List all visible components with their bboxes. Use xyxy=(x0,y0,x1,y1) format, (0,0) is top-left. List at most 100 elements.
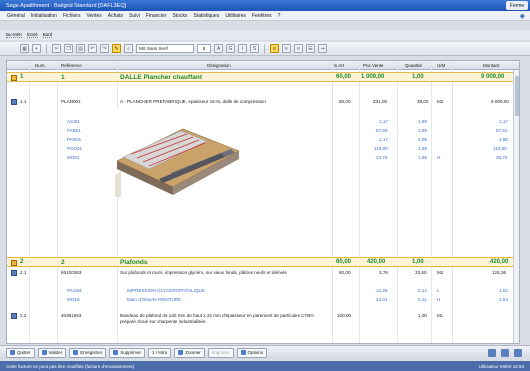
status-user-time: Utilisateur Métré 16:53 xyxy=(478,363,524,369)
close-window-button[interactable]: Ferme xyxy=(506,1,528,10)
options-button[interactable]: Options xyxy=(236,347,268,358)
row-qte: 0,14 xyxy=(418,288,427,293)
menu-stocks[interactable]: Stocks xyxy=(171,13,188,19)
button-label: Enregistrer xyxy=(80,350,103,355)
menu-utilitaires[interactable]: Utilitaires xyxy=(224,13,247,19)
col-ref[interactable]: Référence xyxy=(61,63,82,68)
vertical-scrollbar[interactable] xyxy=(513,70,519,343)
calculator-icon[interactable] xyxy=(488,348,496,357)
button-label: Options xyxy=(247,350,264,355)
row-ref: PLAN001 xyxy=(61,99,81,104)
row-unit: M2 xyxy=(437,270,444,275)
insert-icon[interactable]: + xyxy=(32,44,41,53)
table-row[interactable]: 2.1 66100363 Sur plafonds et murs, impre… xyxy=(7,268,515,282)
validate-button[interactable]: Valider xyxy=(37,347,67,358)
row-montant: 9 009,00 xyxy=(481,74,505,80)
redo-icon[interactable]: ↷ xyxy=(100,44,109,53)
menu-achats[interactable]: Achats xyxy=(107,13,124,19)
italic-icon[interactable]: I xyxy=(238,44,247,53)
menu-initialisation[interactable]: Initialisation xyxy=(30,13,58,19)
sage-logo: ◆ xyxy=(519,12,525,20)
quit-button[interactable]: Quitter xyxy=(6,347,35,358)
grid-icon[interactable]: ▦ xyxy=(20,44,29,53)
list-item[interactable]: ACI01 Acier ia 1,17 1,89 1,17 xyxy=(7,119,515,127)
list-item[interactable]: FAB01 Fab controle Beton gravill. dose 2… xyxy=(7,128,515,136)
align-left-icon[interactable]: ≡ xyxy=(270,44,279,53)
scrollbar-thumb[interactable] xyxy=(515,76,519,116)
row-qte: 1,00 xyxy=(412,259,424,265)
col-num[interactable]: Num. xyxy=(35,63,46,68)
row-designation: A - PLANCHER PREFABRIQUE, epaisseur 16+5… xyxy=(120,99,266,104)
list-icon[interactable]: ☰ xyxy=(306,44,315,53)
row-ref: ACI01 xyxy=(67,119,80,124)
list-item[interactable]: MO01 Main d'Oeuvre GROS-OEUVRE - MACONNE… xyxy=(7,155,515,163)
row-pv: 24,01 xyxy=(376,297,388,302)
toolbar-separator xyxy=(46,43,47,54)
undo-icon[interactable]: ↶ xyxy=(88,44,97,53)
row-qte: 33,60 xyxy=(415,270,427,275)
tab-entete[interactable]: Entré xyxy=(27,32,38,38)
table-row[interactable]: 1.1 PLAN001 A - PLANCHER PREFABRIQUE, ep… xyxy=(7,97,515,113)
row-num: 1.1 xyxy=(20,99,27,104)
paste-icon[interactable]: ▤ xyxy=(76,44,85,53)
list-item[interactable]: PAR01 Pinpeng plan 20x50 ep 12,5 1,17 4,… xyxy=(7,137,515,145)
table-row[interactable]: 1 1 DALLE Plancher chauffant 60,00 1 009… xyxy=(7,72,515,82)
menu-fichiers[interactable]: Fichiers xyxy=(62,13,82,19)
menu-fenetres[interactable]: Fenêtres xyxy=(251,13,273,19)
row-debut: 60,00 xyxy=(339,99,351,104)
menu-statistiques[interactable]: Statistiques xyxy=(192,13,220,19)
row-unit: H xyxy=(437,155,441,160)
col-pv[interactable]: Prix Vente xyxy=(363,63,384,68)
row-montant: 9 009,00 xyxy=(491,99,509,104)
row-unit: M2 xyxy=(437,99,444,104)
zoom-button[interactable]: Zoomer xyxy=(174,347,205,358)
row-pv: 1,17 xyxy=(379,119,388,124)
tab-bard[interactable]: Bard xyxy=(42,32,53,38)
menu-general[interactable]: Général xyxy=(6,13,26,19)
row-pv: 116,00 xyxy=(374,146,388,151)
cut-icon[interactable]: ✂ xyxy=(52,44,61,53)
col-debut[interactable]: S.Art xyxy=(334,63,344,68)
menu-suivi[interactable]: Suivi xyxy=(128,13,141,19)
col-qte[interactable]: Quantité xyxy=(405,63,422,68)
list-item[interactable]: MO16 Main d'Oeuvre PEINTURE 24,01 0,11 H… xyxy=(7,297,515,305)
underline-icon[interactable]: S xyxy=(250,44,259,53)
row-montant: 2,64 xyxy=(499,297,508,302)
text-color-icon[interactable]: A xyxy=(214,44,223,53)
row-qte: 1,89 xyxy=(418,155,427,160)
font-size-select[interactable]: 8 xyxy=(197,44,211,53)
save-icon xyxy=(73,350,79,355)
menu-help[interactable]: ? xyxy=(277,13,282,19)
row-ref: POU01 xyxy=(67,146,83,151)
row-debut: 60,00 xyxy=(336,74,352,80)
list-item[interactable]: PA1M4 IMPRESSION GLYCEROPHTALIQUE 12,26 … xyxy=(7,288,515,296)
row-ref: 1 xyxy=(61,74,65,81)
print-button[interactable]: Imprimer xyxy=(207,347,234,358)
col-unit[interactable]: U/M xyxy=(437,63,445,68)
save-button[interactable]: Enregistrer xyxy=(69,347,107,358)
table-row[interactable]: 2 2 Plafonds 60,00 420,00 1,00 420,00 xyxy=(7,257,515,267)
copy-icon[interactable]: ❐ xyxy=(64,44,73,53)
row-designation: Sur plafonds et murs, impression glycéro… xyxy=(120,270,287,275)
menu-ventes[interactable]: Ventes xyxy=(85,13,102,19)
indent-icon[interactable]: ⇥ xyxy=(318,44,327,53)
align-center-icon[interactable]: ≡ xyxy=(282,44,291,53)
align-right-icon[interactable]: ≡ xyxy=(294,44,303,53)
highlight-icon[interactable]: ✎ xyxy=(112,44,121,53)
chart-icon[interactable] xyxy=(501,348,509,357)
table-row[interactable]: 2.2 40361563 Bandeau de plafond de 140 m… xyxy=(7,311,515,337)
row-qte: 1,00 xyxy=(412,74,424,80)
list-item[interactable]: POU01 POUTRELLE BETON 116,00 1,89 116,60 xyxy=(7,146,515,154)
bold-icon[interactable]: G xyxy=(226,44,235,53)
intro-button[interactable]: 1 / Intro xyxy=(147,347,172,358)
delete-button[interactable]: Supprimer xyxy=(109,347,145,358)
font-select[interactable]: MS Sans Serif xyxy=(136,44,194,53)
col-montant[interactable]: Montant xyxy=(483,63,499,68)
menu-financier[interactable]: Financier xyxy=(145,13,168,19)
tab-metre[interactable]: Bu-Métr xyxy=(6,32,23,38)
row-pv: 87,66 xyxy=(376,128,388,133)
settings-icon[interactable] xyxy=(514,348,522,357)
col-designation[interactable]: Désignation xyxy=(207,63,231,68)
row-pv: 3,76 xyxy=(379,270,388,275)
find-icon[interactable]: ⌕ xyxy=(124,44,133,53)
